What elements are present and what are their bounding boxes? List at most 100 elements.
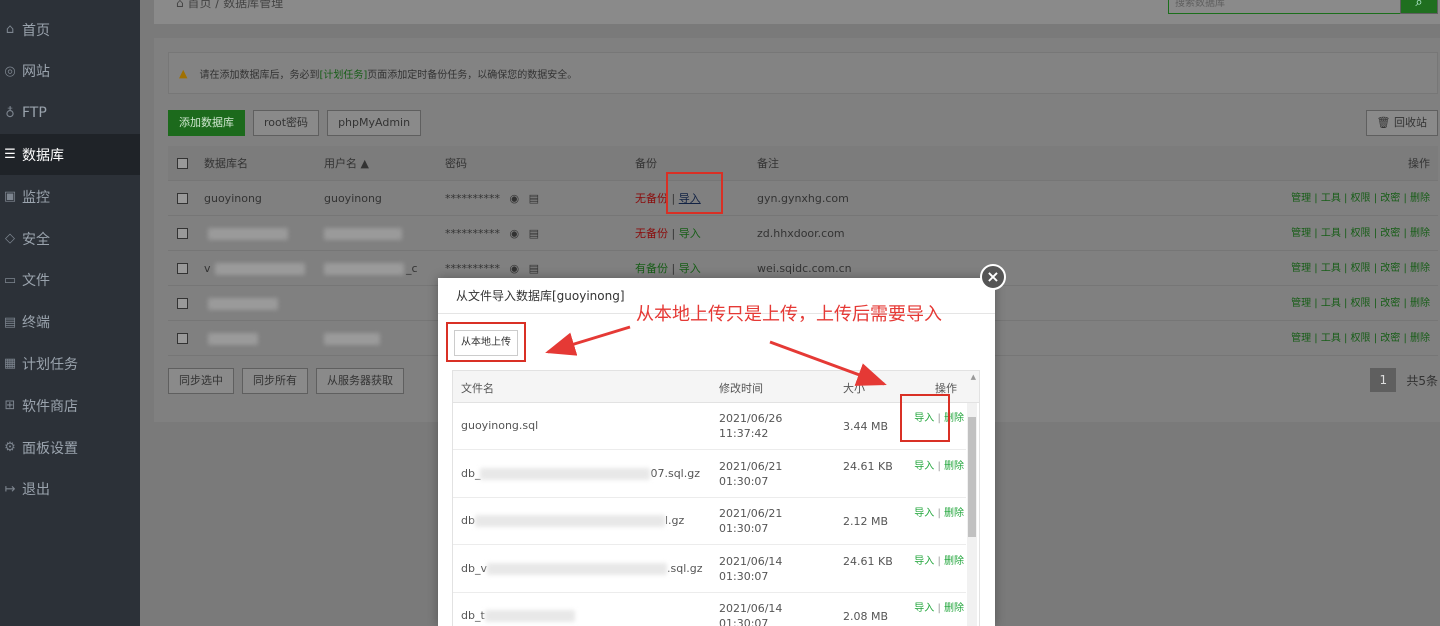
search-input[interactable]: 搜索数据库 ⌕ [1168, 0, 1438, 14]
sidebar-item-label: 面板设置 [22, 440, 78, 457]
table-row[interactable]: guoyinong guoyinong ********** ◉ ▤ 无备份 | 导入… [168, 181, 1438, 216]
sidebar-item-11[interactable]: ↦ 退出 [0, 469, 140, 510]
globe-icon: ◎ [4, 63, 16, 79]
file-row[interactable]: db_v .sql.gz 2021/06/14 01:30:07 24.61 KB 导入 … [453, 545, 966, 593]
phpmyadmin-button[interactable]: phpMyAdmin [327, 110, 422, 136]
sidebar-item-label: 监控 [22, 189, 50, 206]
search-icon[interactable]: ⌕ [1400, 0, 1438, 14]
sidebar-item-9[interactable]: ⊞ 软件商店 [0, 385, 140, 426]
row-checkbox[interactable] [177, 333, 188, 344]
copy-icon[interactable]: ▤ [529, 227, 539, 240]
file-delete-link[interactable]: 删除 [944, 556, 964, 567]
sidebar-item-0[interactable]: ⌂ 首页 [0, 9, 140, 50]
row-checkbox[interactable] [177, 298, 188, 309]
row-checkbox[interactable] [177, 263, 188, 274]
home-icon: ⌂ [5, 22, 15, 37]
sidebar-item-10[interactable]: ⚙ 面板设置 [0, 427, 140, 468]
copy-icon[interactable]: ▤ [529, 192, 539, 205]
breadcrumb-separator: / [215, 0, 220, 10]
sidebar-item-label: 首页 [22, 22, 50, 39]
file-row[interactable]: guoyinong.sql 2021/06/26 11:37:42 3.44 MB 导入… [453, 403, 966, 450]
close-icon[interactable]: × [980, 264, 1006, 290]
db-user: guoyinong [324, 192, 382, 205]
file-delete-link[interactable]: 删除 [944, 603, 964, 614]
file-actions: 导入 | 删除 [912, 506, 964, 522]
row-actions[interactable]: 管理 | 工具 | 权限 | 改密 | 删除 [1291, 286, 1430, 321]
sync-all-button[interactable]: 同步所有 [242, 368, 308, 394]
search-placeholder: 搜索数据库 [1175, 0, 1225, 9]
file-actions: 导入 | 删除 [912, 601, 964, 617]
sidebar-item-label: 网站 [22, 64, 50, 81]
sidebar-item-8[interactable]: ▦ 计划任务 [0, 343, 140, 384]
file-import-link[interactable]: 导入 [914, 508, 934, 519]
modal-title: 从文件导入数据库[guoyinong] [456, 289, 625, 303]
row-actions[interactable]: 管理 | 工具 | 权限 | 改密 | 删除 [1291, 251, 1430, 286]
sidebar-item-label: 终端 [22, 315, 50, 332]
import-modal: 从文件导入数据库[guoyinong] 从本地上传 文件名 修改时间 大小 操作… [438, 278, 995, 626]
db-user [324, 216, 404, 251]
col-note: 备注 [757, 157, 779, 170]
eye-icon[interactable]: ◉ [510, 227, 520, 240]
sidebar-item-5[interactable]: ◇ 安全 [0, 218, 140, 259]
sidebar-item-label: 软件商店 [22, 398, 78, 415]
file-import-link[interactable]: 导入 [914, 461, 934, 472]
eye-icon[interactable]: ◉ [510, 192, 520, 205]
table-header: 数据库名 用户名 ▲ 密码 备份 备注 操作 [168, 146, 1438, 181]
row-checkbox[interactable] [177, 228, 188, 239]
breadcrumb-current: 数据库管理 [223, 0, 284, 10]
db-note[interactable]: zd.hhxdoor.com [757, 216, 845, 251]
db-note[interactable]: gyn.gynxhg.com [757, 181, 849, 216]
file-size: 2.12 MB [843, 515, 889, 528]
row-actions[interactable]: 管理 | 工具 | 权限 | 改密 | 删除 [1291, 216, 1430, 251]
file-import-link[interactable]: 导入 [914, 603, 934, 614]
col-user[interactable]: 用户名 ▲ [324, 146, 369, 181]
db-password: ********** ◉ ▤ [445, 227, 540, 240]
row-actions[interactable]: 管理 | 工具 | 权限 | 改密 | 删除 [1291, 321, 1430, 356]
file-import-link[interactable]: 导入 [914, 556, 934, 567]
scrollbar-thumb[interactable] [968, 417, 976, 537]
file-delete-link[interactable]: 删除 [944, 461, 964, 472]
scroll-up-icon[interactable]: ▲ [971, 373, 976, 381]
col-name[interactable]: 数据库名 [204, 146, 248, 181]
recycle-label: 回收站 [1394, 116, 1427, 129]
gear-icon: ⚙ [4, 440, 16, 455]
file-name: db_t [461, 609, 575, 622]
file-row[interactable]: db l.gz 2021/06/21 01:30:07 2.12 MB 导入 | 删除 [453, 498, 966, 545]
file-name: db_v .sql.gz [461, 561, 703, 575]
breadcrumb-home[interactable]: 首页 [187, 0, 211, 10]
sidebar-item-7[interactable]: ▤ 终端 [0, 302, 140, 343]
sidebar-item-2[interactable]: ♁ FTP [0, 93, 140, 134]
file-op-separator: | [937, 508, 941, 519]
row-actions[interactable]: 管理 | 工具 | 权限 | 改密 | 删除 [1291, 181, 1430, 216]
recycle-bin-button[interactable]: 🗑 回收站 [1365, 110, 1438, 136]
ftp-icon: ♁ [5, 105, 15, 121]
upload-local-button[interactable]: 从本地上传 [454, 330, 518, 356]
from-server-button[interactable]: 从服务器获取 [316, 368, 404, 394]
sidebar-item-1[interactable]: ◎ 网站 [0, 51, 140, 92]
root-password-button[interactable]: root密码 [253, 110, 320, 136]
file-mtime: 2021/06/14 01:30:07 [719, 554, 783, 583]
import-link[interactable]: 导入 [679, 227, 701, 240]
footer-actions: 同步选中 同步所有 从服务器获取 [168, 368, 404, 394]
db-user: _c [324, 251, 418, 286]
sidebar-item-3[interactable]: ☰ 数据库 [0, 134, 140, 176]
copy-icon[interactable]: ▤ [529, 262, 539, 275]
toolbar: 添加数据库 root密码 phpMyAdmin [168, 110, 422, 136]
page-number[interactable]: 1 [1370, 368, 1397, 392]
row-checkbox[interactable] [177, 193, 188, 204]
add-database-button[interactable]: 添加数据库 [168, 110, 245, 136]
file-row[interactable]: db_ 07.sql.gz 2021/06/21 01:30:07 24.61 KB 导入… [453, 450, 966, 498]
import-link[interactable]: 导入 [679, 262, 701, 275]
sidebar-item-4[interactable]: ▣ 监控 [0, 176, 140, 217]
file-delete-link[interactable]: 删除 [944, 508, 964, 519]
alert-cron-link[interactable]: [计划任务] [319, 66, 367, 81]
table-row[interactable]: ********** ◉ ▤ 无备份 | 导入 zd.hhxdoor.com 管理 |… [168, 216, 1438, 251]
eye-icon[interactable]: ◉ [510, 262, 520, 275]
sidebar-item-6[interactable]: ▭ 文件 [0, 260, 140, 301]
sync-selected-button[interactable]: 同步选中 [168, 368, 234, 394]
fcol-size: 大小 [843, 382, 865, 395]
file-op-separator: | [937, 603, 941, 614]
scrollbar[interactable] [967, 403, 977, 626]
file-row[interactable]: db_t 2021/06/14 01:30:07 2.08 MB 导入 | 删除 [453, 593, 966, 626]
select-all-checkbox[interactable] [177, 158, 188, 169]
